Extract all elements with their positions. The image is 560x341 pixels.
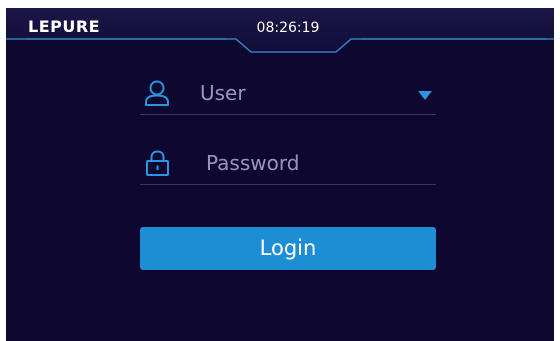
login-screen: LEPURE 08:26:19 User Password Login: [6, 8, 554, 341]
user-icon: [145, 80, 169, 106]
caret-down-icon[interactable]: [418, 91, 432, 101]
password-label: Password: [206, 151, 300, 175]
user-select-field[interactable]: User: [140, 74, 436, 115]
lock-icon: [146, 150, 169, 176]
password-field[interactable]: Password: [140, 144, 436, 185]
clock-time: 08:26:19: [256, 20, 320, 36]
header-bar: LEPURE 08:26:19: [6, 8, 554, 64]
user-label: User: [200, 81, 246, 105]
login-button[interactable]: Login: [140, 227, 436, 270]
brand-logo: LEPURE: [28, 17, 101, 36]
